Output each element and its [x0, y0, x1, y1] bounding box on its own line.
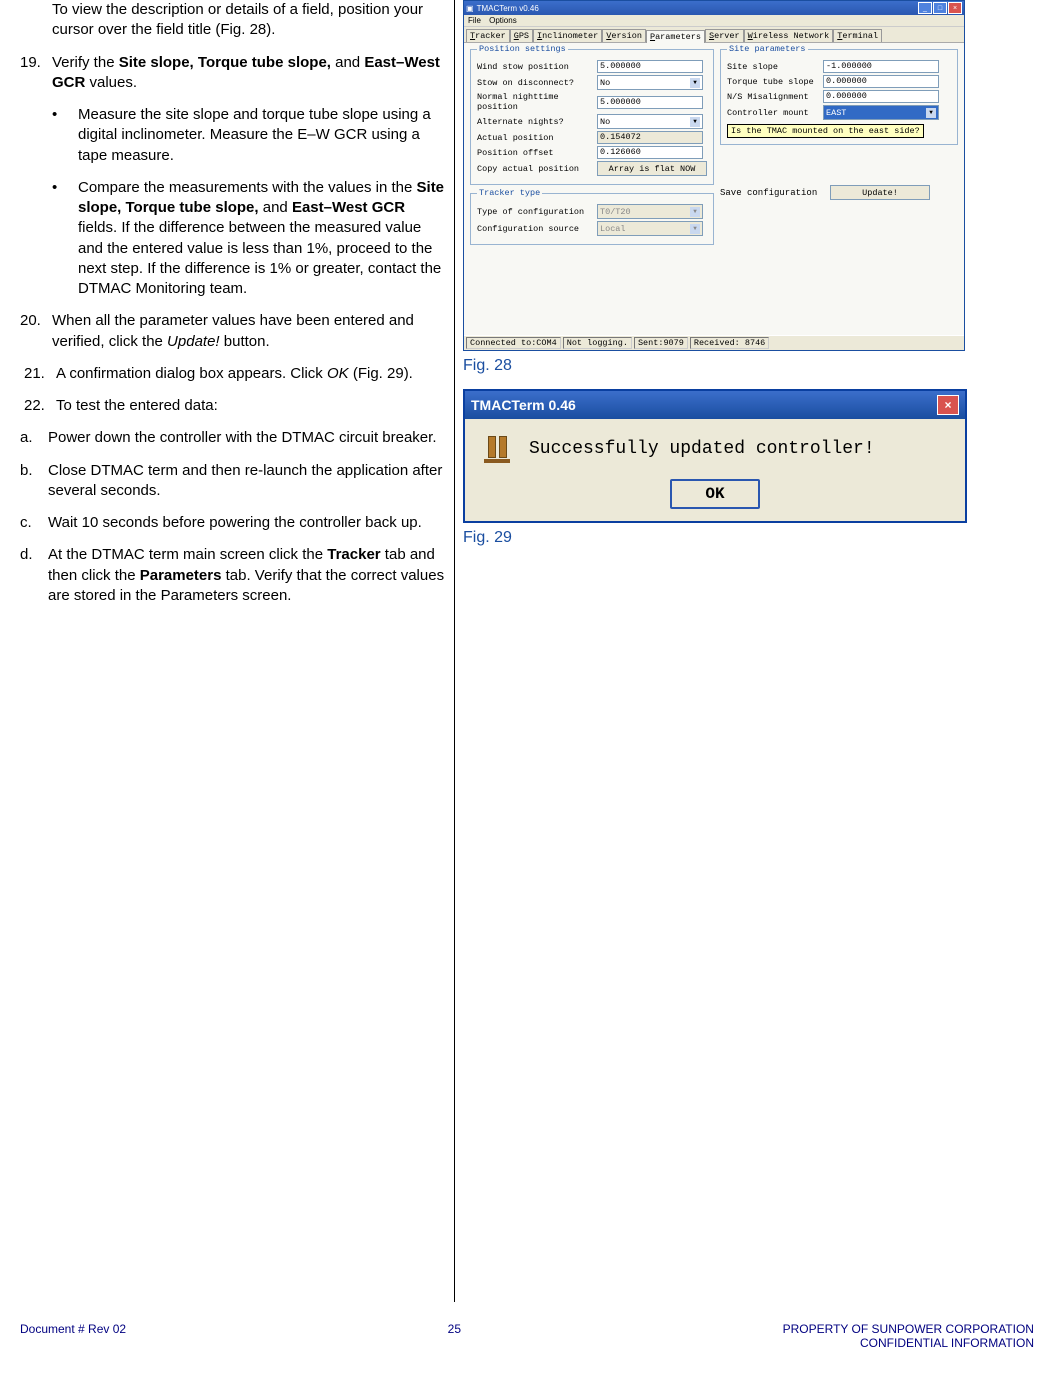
field-torque-tube-slope[interactable]: 0.000000 [823, 75, 939, 88]
field-stow-on-disconnect-[interactable]: No▼ [597, 75, 703, 90]
step-19: 19. Verify the Site slope, Torque tube s… [20, 53, 446, 94]
dialog-titlebar: TMACTerm 0.46 × [465, 391, 965, 419]
dialog-close-button[interactable]: × [937, 395, 959, 415]
update-button[interactable]: Update! [830, 185, 930, 200]
legend-site-params: Site parameters [727, 44, 808, 54]
label: Position offset [477, 148, 597, 158]
titlebar: ▣ TMACTerm v0.46 _ □ × [464, 1, 964, 15]
step-22: 22. To test the entered data: [20, 396, 446, 416]
menu-file[interactable]: File [468, 16, 481, 25]
status-cell: Received: 8746 [690, 337, 769, 349]
page-footer: Document # Rev 02 25 PROPERTY OF SUNPOWE… [20, 1322, 1034, 1360]
group-position-settings: Position settings Wind stow position5.00… [470, 49, 714, 185]
dialog-title: TMACTerm 0.46 [471, 397, 576, 413]
label: Wind stow position [477, 62, 597, 72]
tabbar: TrackerGPSInclinometerVersionParametersS… [464, 27, 964, 43]
dialog-message: Successfully updated controller! [529, 439, 875, 459]
field-configuration-source: Local▼ [597, 221, 703, 236]
figure-column: ▣ TMACTerm v0.46 _ □ × File Options Trac… [455, 0, 1034, 1302]
tab-tracker[interactable]: Tracker [466, 29, 510, 42]
fig29-caption: Fig. 29 [463, 529, 1034, 547]
text-column: To view the description or details of a … [20, 0, 455, 1302]
tab-wireless-network[interactable]: Wireless Network [744, 29, 834, 42]
status-cell: Sent:9079 [634, 337, 688, 349]
window-title: TMACTerm v0.46 [477, 4, 539, 13]
app-window-fig28: ▣ TMACTerm v0.46 _ □ × File Options Trac… [463, 0, 965, 351]
tab-terminal[interactable]: Terminal [833, 29, 882, 42]
tab-inclinometer[interactable]: Inclinometer [533, 29, 602, 42]
legend-tracker-type: Tracker type [477, 188, 542, 198]
legend-position: Position settings [477, 44, 568, 54]
step-21: 21. A confirmation dialog box appears. C… [20, 364, 446, 384]
menubar: File Options [464, 15, 964, 27]
field-site-slope[interactable]: -1.000000 [823, 60, 939, 73]
label: Alternate nights? [477, 117, 597, 127]
group-tracker-type: Tracker type Type of configurationT0/T20… [470, 193, 714, 245]
dialog-fig29: TMACTerm 0.46 × Successfully updated con… [463, 389, 967, 523]
fig28-caption: Fig. 28 [463, 357, 1034, 375]
intro-paragraph: To view the description or details of a … [52, 0, 446, 41]
label: Normal nighttime position [477, 92, 597, 112]
group-site-parameters: Site parameters Site slope-1.000000Torqu… [720, 49, 958, 145]
statusbar: Connected to:COM4Not logging.Sent:9079Re… [464, 335, 964, 350]
step-20: 20. When all the parameter values have b… [20, 311, 446, 352]
dialog-info-icon [481, 433, 513, 465]
status-cell: Not logging. [563, 337, 632, 349]
bullet-compare: • Compare the measurements with the valu… [52, 178, 446, 300]
field-position-offset[interactable]: 0.126060 [597, 146, 703, 159]
bullet-measure: • Measure the site slope and torque tube… [52, 105, 446, 166]
field-normal-nighttime-position[interactable]: 5.000000 [597, 96, 703, 109]
footer-doc-rev: Document # Rev 02 [20, 1322, 126, 1350]
tab-version[interactable]: Version [602, 29, 646, 42]
close-button[interactable]: × [948, 2, 962, 14]
app-icon: ▣ [466, 4, 474, 13]
field-controller-mount[interactable]: EAST▼ [823, 105, 939, 120]
footer-confidential: CONFIDENTIAL INFORMATION [783, 1336, 1034, 1350]
label-copy-actual: Copy actual position [477, 164, 597, 174]
step-22-b: b. Close DTMAC term and then re-launch t… [20, 461, 446, 502]
tab-gps[interactable]: GPS [510, 29, 533, 42]
field-actual-position: 0.154072 [597, 131, 703, 144]
field-n-s-misalignment[interactable]: 0.000000 [823, 90, 939, 103]
dialog-ok-button[interactable]: OK [670, 479, 760, 509]
step-22-a: a. Power down the controller with the DT… [20, 428, 446, 448]
label: Actual position [477, 133, 597, 143]
step-22-d: d. At the DTMAC term main screen click t… [20, 545, 446, 606]
status-cell: Connected to:COM4 [466, 337, 561, 349]
menu-options[interactable]: Options [489, 16, 517, 25]
field-alternate-nights-[interactable]: No▼ [597, 114, 703, 129]
label: Stow on disconnect? [477, 78, 597, 88]
field-type-of-configuration: T0/T20▼ [597, 204, 703, 219]
footer-property: PROPERTY OF SUNPOWER CORPORATION [783, 1322, 1034, 1336]
tab-server[interactable]: Server [705, 29, 744, 42]
field-wind-stow-position[interactable]: 5.000000 [597, 60, 703, 73]
maximize-button[interactable]: □ [933, 2, 947, 14]
minimize-button[interactable]: _ [918, 2, 932, 14]
array-flat-button[interactable]: Array is flat NOW [597, 161, 707, 176]
step-22-c: c. Wait 10 seconds before powering the c… [20, 513, 446, 533]
label-save-config: Save configuration [720, 188, 830, 198]
tab-parameters[interactable]: Parameters [646, 30, 705, 43]
footer-page-number: 25 [448, 1322, 461, 1350]
tooltip-controller-mount: Is the TMAC mounted on the east side? [727, 124, 924, 138]
